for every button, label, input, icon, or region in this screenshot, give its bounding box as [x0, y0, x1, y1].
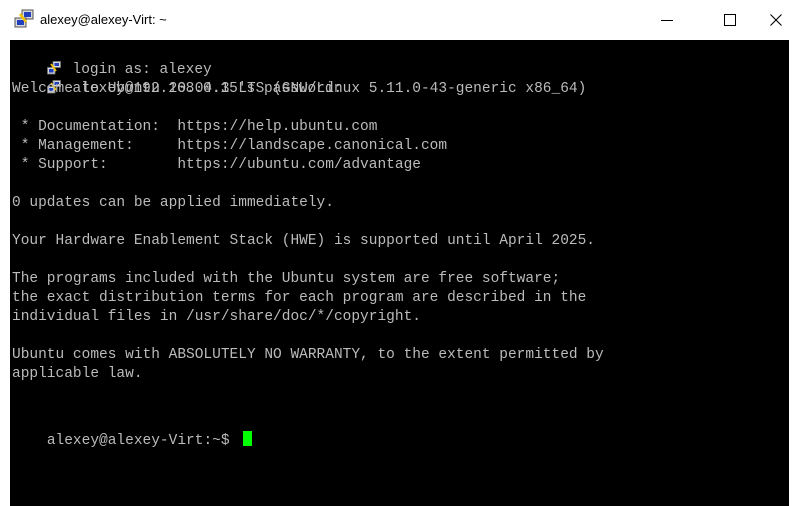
terminal-line: 0 updates can be applied immediately. [12, 195, 334, 211]
minimize-button[interactable] [644, 0, 690, 40]
terminal-line: The programs included with the Ubuntu sy… [12, 271, 561, 287]
terminal-line: Ubuntu comes with ABSOLUTELY NO WARRANTY… [12, 347, 604, 363]
terminal-line: * Management: https://landscape.canonica… [12, 138, 448, 154]
terminal-line: the exact distribution terms for each pr… [12, 290, 587, 306]
title-bar[interactable]: alexey@alexey-Virt: ~ [0, 0, 799, 40]
maximize-icon [724, 14, 736, 26]
terminal-line: * Support: https://ubuntu.com/advantage [12, 157, 421, 173]
terminal-line: individual files in /usr/share/doc/*/cop… [12, 309, 421, 325]
close-icon [770, 14, 782, 26]
shell-prompt: alexey@alexey-Virt:~$ [46, 433, 239, 449]
terminal-cursor [243, 431, 253, 446]
maximize-button[interactable] [707, 0, 753, 40]
minimize-icon [661, 20, 673, 21]
window-title: alexey@alexey-Virt: ~ [40, 12, 167, 27]
prompt-line[interactable]: alexey@alexey-Virt:~$ [12, 412, 253, 449]
close-button[interactable] [753, 0, 799, 40]
terminal-line: login as: alexey [12, 42, 212, 78]
terminal-line: alexey@192.168.0.15's password: [12, 61, 342, 97]
terminal-line: Welcome to Ubuntu 20.04.3 LTS (GNU/Linux… [12, 81, 587, 97]
terminal-screen[interactable]: login as: alexey alexey@192.168.0.15's p… [10, 40, 789, 506]
terminal-line: Your Hardware Enablement Stack (HWE) is … [12, 233, 595, 249]
terminal-line: * Documentation: https://help.ubuntu.com [12, 119, 378, 135]
terminal-line: applicable law. [12, 366, 143, 382]
scrollbar[interactable] [789, 40, 799, 506]
putty-icon[interactable] [14, 9, 34, 29]
